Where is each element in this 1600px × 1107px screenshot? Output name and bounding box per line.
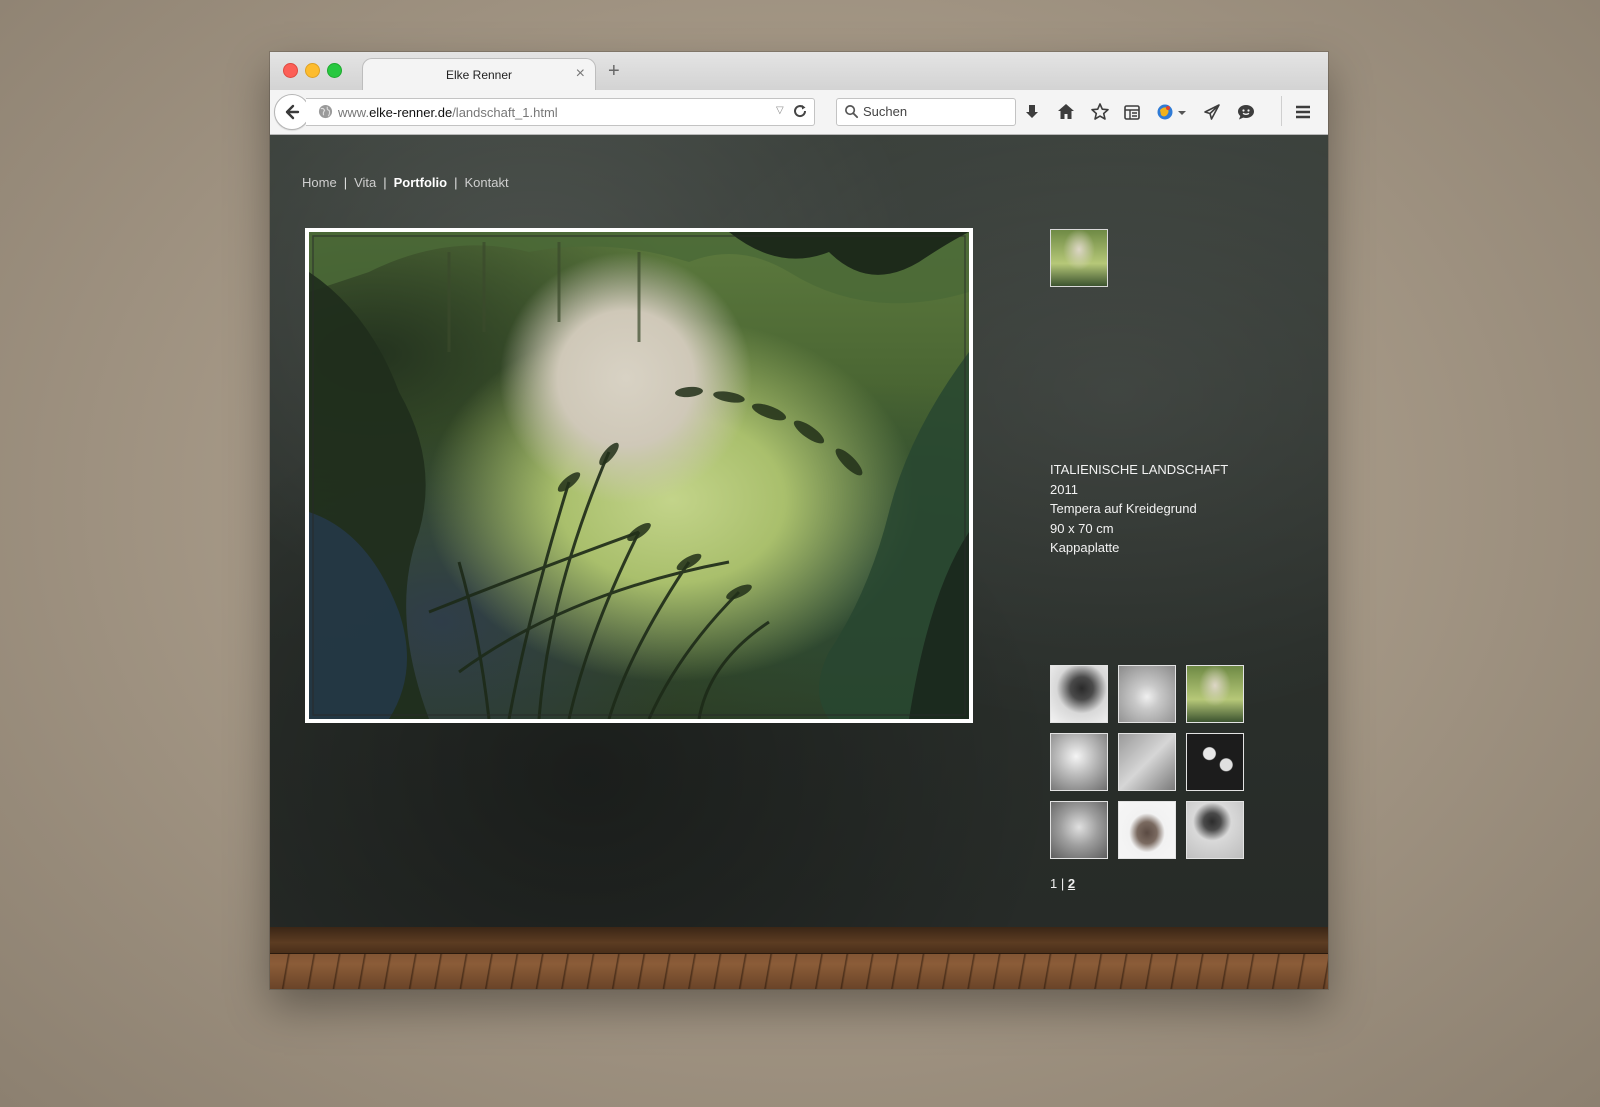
tab-elke-renner[interactable]: Elke Renner × [362, 58, 596, 92]
nav-separator: | [383, 175, 387, 190]
nav-separator: | [454, 175, 458, 190]
artwork-title: ITALIENISCHE LANDSCHAFT [1050, 462, 1229, 477]
menu-icon[interactable] [1293, 102, 1313, 122]
send-icon[interactable] [1202, 102, 1222, 122]
home-icon[interactable] [1056, 102, 1076, 122]
navigation-toolbar: www.elke-renner.de/landschaft_1.html ▽ [270, 90, 1328, 135]
url-prefix: www. [338, 105, 370, 120]
artwork-year: 2011 [1050, 481, 1078, 497]
new-tab-button[interactable]: + [608, 60, 620, 83]
nav-home[interactable]: Home [302, 175, 337, 190]
url-path: /landschaft_1.html [452, 105, 558, 120]
nav-separator: | [343, 175, 348, 190]
chat-icon[interactable] [1236, 102, 1256, 122]
toolbar-separator [1281, 96, 1282, 126]
close-window-button[interactable] [283, 63, 298, 78]
thumbnail-item[interactable] [1050, 801, 1108, 859]
tab-strip: Elke Renner × + [270, 52, 1328, 92]
site-navigation: Home | Vita | Portfolio | Kontakt [302, 175, 509, 190]
thumbnail-item[interactable] [1186, 733, 1244, 791]
url-dropdown-icon[interactable]: ▽ [776, 105, 784, 116]
web-page: Home | Vita | Portfolio | Kontakt ITALIE… [270, 135, 1328, 989]
back-arrow-icon [285, 104, 300, 120]
url-host: elke-renner.de [369, 105, 453, 120]
landscape-painting [309, 232, 969, 719]
url-text: www.elke-renner.de/landschaft_1.html [338, 105, 558, 120]
tab-close-icon[interactable]: × [576, 65, 585, 83]
thumbnail-item[interactable] [1186, 801, 1244, 859]
addon-dropdown-icon[interactable] [1176, 102, 1188, 122]
reload-icon[interactable] [792, 103, 808, 119]
back-button[interactable] [274, 94, 310, 130]
bookmark-star-icon[interactable] [1090, 102, 1110, 122]
reading-list-icon[interactable] [1122, 102, 1142, 122]
pager-separator: | [1060, 876, 1065, 891]
globe-icon [318, 104, 333, 119]
nav-kontakt[interactable]: Kontakt [464, 175, 508, 190]
artwork-technique: Tempera auf Kreidegrund [1050, 501, 1197, 516]
minimize-window-button[interactable] [305, 63, 320, 78]
artwork-support: Kappaplatte [1050, 540, 1120, 555]
page-1-link[interactable]: 1 [1050, 876, 1057, 891]
thumbnail-item[interactable] [1118, 801, 1176, 859]
addon-icon[interactable] [1155, 102, 1175, 122]
browser-window: Elke Renner × + www.elke-renner.de/lands… [270, 52, 1328, 989]
nav-vita[interactable]: Vita [354, 175, 376, 190]
url-bar[interactable]: www.elke-renner.de/landschaft_1.html ▽ [306, 98, 815, 126]
page-2-link[interactable]: 2 [1068, 876, 1075, 891]
zoom-window-button[interactable] [327, 63, 342, 78]
tab-title: Elke Renner [445, 68, 513, 82]
search-icon [845, 105, 859, 119]
download-icon[interactable] [1022, 102, 1042, 122]
search-input[interactable] [863, 104, 1008, 119]
artwork-info: ITALIENISCHE LANDSCHAFT 2011 Tempera auf… [1050, 460, 1228, 558]
search-bar[interactable] [836, 98, 1016, 126]
current-artwork-thumbnail[interactable] [1050, 229, 1108, 287]
wooden-floor [270, 927, 1328, 989]
artwork-size: 90 x 70 cm [1050, 520, 1114, 536]
thumbnail-item[interactable] [1050, 665, 1108, 723]
thumbnail-item[interactable] [1118, 733, 1176, 791]
thumbnail-item[interactable] [1118, 665, 1176, 723]
pagination: 1 | 2 [1050, 876, 1075, 891]
artwork-main-image [305, 228, 973, 723]
thumbnail-item[interactable] [1186, 665, 1244, 723]
thumbnail-item[interactable] [1050, 733, 1108, 791]
nav-portfolio[interactable]: Portfolio [394, 175, 447, 190]
painting-foliage [309, 232, 969, 719]
